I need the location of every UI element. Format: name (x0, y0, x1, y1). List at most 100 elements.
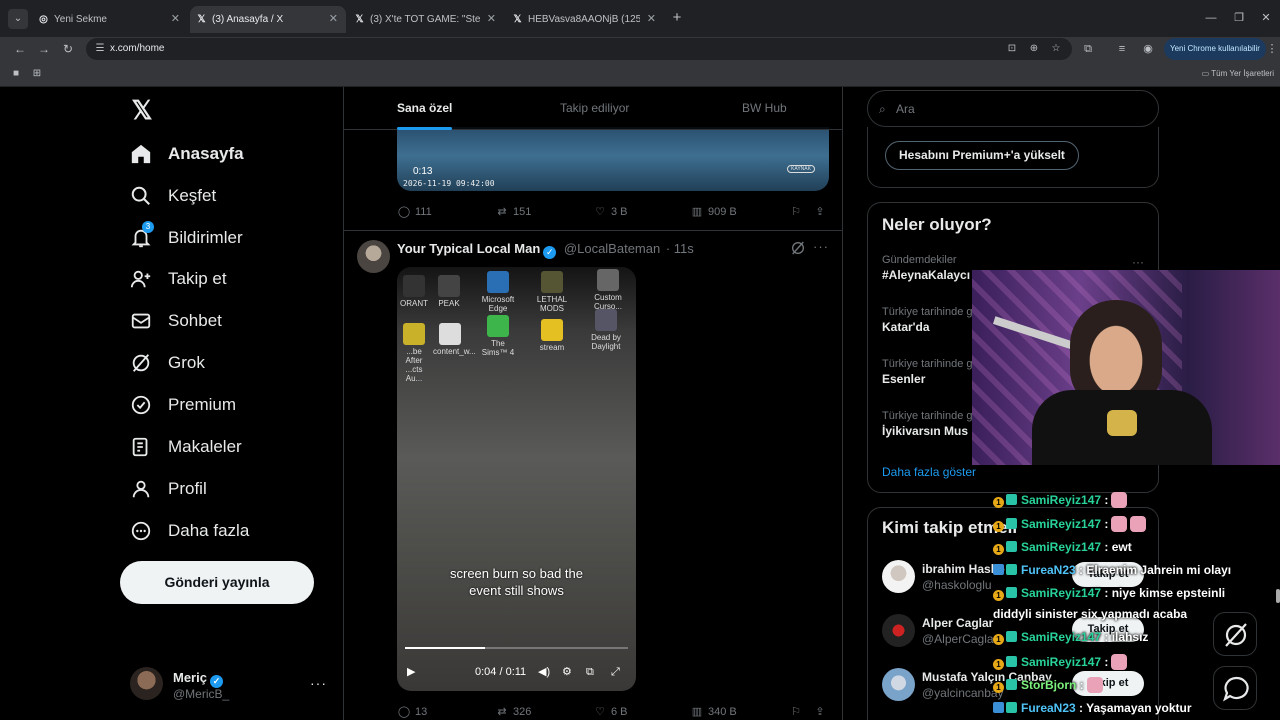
reply-button[interactable]: ◯ 13 (397, 703, 427, 720)
more-icon[interactable]: ··· (1132, 255, 1144, 269)
nav-item-explore[interactable]: Keşfet (130, 177, 310, 217)
avatar[interactable] (357, 240, 390, 273)
nav-item-follow[interactable]: Takip et (130, 260, 310, 300)
nav-item-home[interactable]: Anasayfa (130, 135, 310, 175)
close-window-button[interactable]: ✕ (1256, 8, 1276, 28)
post-video[interactable]: ORANT PEAK Microsoft Edge LETHAL MODS Cu… (397, 267, 636, 691)
grok-float-button[interactable] (1213, 612, 1257, 656)
premium-card: Hesabını Premium+'a yükselt (867, 127, 1159, 188)
profile-icon[interactable]: ◉ (1138, 39, 1158, 59)
repost-button[interactable]: ⇄ 326 (495, 703, 531, 720)
more-circle-icon (131, 521, 151, 541)
bookmark-button[interactable]: ⚐ (789, 703, 807, 720)
views-icon: ▥ (691, 706, 703, 718)
views-button[interactable]: ▥ 909 B (690, 203, 737, 221)
chat-badge-icon (1006, 564, 1017, 575)
tab-bw-hub[interactable]: BW Hub (742, 87, 787, 130)
restore-button[interactable]: ❐ (1229, 8, 1249, 28)
chrome-update-button[interactable]: Yeni Chrome kullanılabilir (1164, 38, 1266, 60)
chat-badge-icon (1006, 702, 1017, 713)
chat-message: 1 SamiReyiz147 : ewt (993, 540, 1132, 555)
search-icon (131, 186, 150, 205)
share-button[interactable]: ⇪ (813, 203, 831, 221)
scrollbar[interactable] (1276, 589, 1280, 603)
like-button[interactable]: ♡ 6 B (593, 703, 627, 720)
x-logo-icon[interactable]: 𝕏 (129, 97, 155, 123)
close-icon[interactable]: ✕ (647, 6, 656, 33)
tab-following[interactable]: Takip ediliyor (560, 87, 629, 130)
reply-button[interactable]: ◯ 111 (397, 203, 432, 221)
more-icon[interactable]: ··· (310, 675, 327, 691)
close-icon[interactable]: ✕ (329, 6, 338, 33)
browser-tab[interactable]: ◎ Yeni Sekme ✕ (32, 6, 188, 33)
messages-float-button[interactable] (1213, 666, 1257, 710)
show-more-link[interactable]: Daha fazla göster (882, 465, 976, 479)
close-icon[interactable]: ✕ (171, 6, 180, 33)
post-button[interactable]: Gönderi yayınla (120, 561, 314, 604)
extensions-icon[interactable]: ⧉ (1078, 39, 1098, 59)
nav-item-chat[interactable]: Sohbet (130, 302, 310, 342)
post-time[interactable]: · 11s (666, 241, 694, 256)
reload-button[interactable]: ↻ (58, 39, 78, 59)
zoom-icon[interactable]: ⊕ (1026, 41, 1042, 57)
grok-icon (1225, 623, 1247, 647)
nav-item-premium[interactable]: Premium (130, 386, 310, 426)
bookmark-app-icon[interactable]: ■ (9, 67, 23, 81)
emote-icon (1111, 654, 1128, 670)
close-icon[interactable]: ✕ (487, 6, 496, 33)
star-icon[interactable]: ☆ (1048, 41, 1064, 57)
tab-search-button[interactable]: ⌄ (8, 9, 28, 29)
minimize-button[interactable]: — (1201, 8, 1221, 28)
like-button[interactable]: ♡ 3 B (593, 203, 627, 221)
nav-item-profile[interactable]: Profil (130, 470, 310, 510)
grok-icon[interactable] (790, 240, 806, 256)
chat-message: 1 SamiReyiz147 : (993, 654, 1128, 670)
video-progress[interactable] (405, 647, 628, 649)
media-icon[interactable]: ≡ (1112, 39, 1132, 59)
chat-text: : (1076, 678, 1084, 692)
author-handle[interactable]: @LocalBateman (564, 241, 660, 256)
timeline: Sana özel Takip ediliyor BW Hub 0:13 202… (343, 87, 843, 720)
chat-text: : Elraenim Jahrein mi olayı (1075, 563, 1232, 577)
forward-button[interactable]: → (34, 39, 54, 59)
nav-item-more[interactable]: Daha fazla (130, 512, 310, 552)
browser-tab-active[interactable]: 𝕏 (3) Anasayfa / X ✕ (190, 6, 346, 33)
premium-upgrade-button[interactable]: Hesabını Premium+'a yükselt (885, 141, 1079, 170)
new-tab-button[interactable]: + (668, 9, 686, 27)
menu-icon[interactable]: ⋮ (1262, 39, 1280, 59)
browser-tab[interactable]: 𝕏 HEBVasva8AAONjB (1250×1079) ✕ (506, 6, 664, 33)
share-button[interactable]: ⇪ (813, 703, 831, 720)
emote-icon (1111, 516, 1128, 532)
volume-icon[interactable]: ◀) (538, 665, 550, 679)
apps-grid-icon[interactable]: ⊞ (30, 67, 44, 81)
emote-icon (1086, 677, 1103, 693)
account-handle: @MericB_ (173, 687, 230, 701)
premium-icon (131, 395, 151, 415)
author-name[interactable]: Your Typical Local Man (397, 241, 540, 256)
install-icon[interactable]: ⊡ (1004, 41, 1020, 57)
repost-button[interactable]: ⇄ 151 (495, 203, 531, 221)
avatar (882, 668, 915, 701)
post-video[interactable]: 0:13 2026-11-19 09:42:00 KAYNAK (397, 127, 829, 191)
fullscreen-icon[interactable]: ⤢ (611, 665, 620, 679)
all-bookmarks-button[interactable]: ▭ Tüm Yer İşaretleri (1202, 61, 1274, 87)
x-icon: 𝕏 (513, 14, 522, 25)
pip-icon[interactable]: ⧉ (586, 665, 594, 679)
search-input[interactable]: ⌕ Ara (867, 90, 1159, 127)
chat-text: : niye kimse epsteinli (1101, 586, 1226, 600)
chat-message: FureaN23 : Elraenim Jahrein mi olayı (993, 563, 1231, 578)
site-info-icon[interactable]: ☰ (92, 41, 108, 57)
back-button[interactable]: ← (10, 39, 30, 59)
nav-item-grok[interactable]: Grok (130, 344, 310, 384)
browser-tab[interactable]: 𝕏 (3) X'te TOT GAME: "Steam ilkbahar ✕ (348, 6, 504, 33)
tab-for-you[interactable]: Sana özel (397, 87, 453, 130)
settings-icon[interactable]: ⚙ (562, 665, 572, 679)
account-switcher[interactable]: Meriç ✓ @MericB_ ··· (130, 667, 330, 707)
nav-item-articles[interactable]: Makaleler (130, 428, 310, 468)
views-button[interactable]: ▥ 340 B (690, 703, 737, 720)
address-bar[interactable]: ☰ x.com/home ⊡ ⊕ ☆ (86, 38, 1072, 60)
more-icon[interactable]: ··· (813, 239, 829, 254)
play-button[interactable]: ▶ (407, 665, 415, 679)
bookmark-button[interactable]: ⚐ (789, 203, 807, 221)
nav-item-notifications[interactable]: 3 Bildirimler (130, 219, 310, 259)
